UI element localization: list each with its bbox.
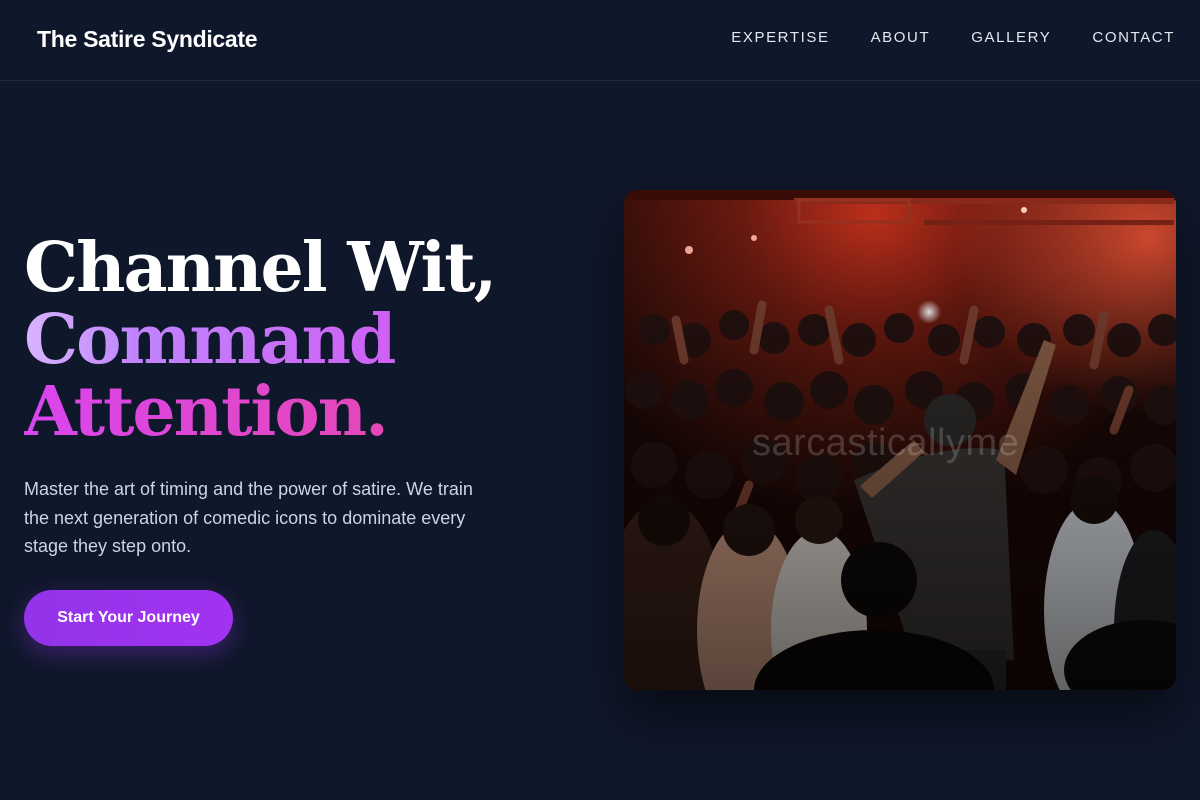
nav-link-contact[interactable]: CONTACT [1092,29,1175,46]
nav-link-about[interactable]: ABOUT [871,29,931,46]
nav-links: EXPERTISE ABOUT GALLERY CONTACT [731,29,1175,46]
hero-description: Master the art of timing and the power o… [24,479,473,556]
hero-title-line-1: Channel Wit, [24,228,497,308]
hero-title-line-2: Command [24,304,584,376]
nav-link-gallery[interactable]: GALLERY [971,29,1051,46]
hero-title: Channel Wit, Command Attention. [24,232,584,448]
nav-link-expertise[interactable]: EXPERTISE [731,29,829,46]
hero-image: sarcasticallyme [624,190,1176,690]
hero-title-line-3: Attention. [24,376,584,448]
image-watermark: sarcasticallyme [752,422,1020,464]
navbar: The Satire Syndicate EXPERTISE ABOUT GAL… [0,0,1200,81]
brand-logo[interactable]: The Satire Syndicate [37,26,258,53]
start-journey-button[interactable]: Start Your Journey [24,590,233,646]
